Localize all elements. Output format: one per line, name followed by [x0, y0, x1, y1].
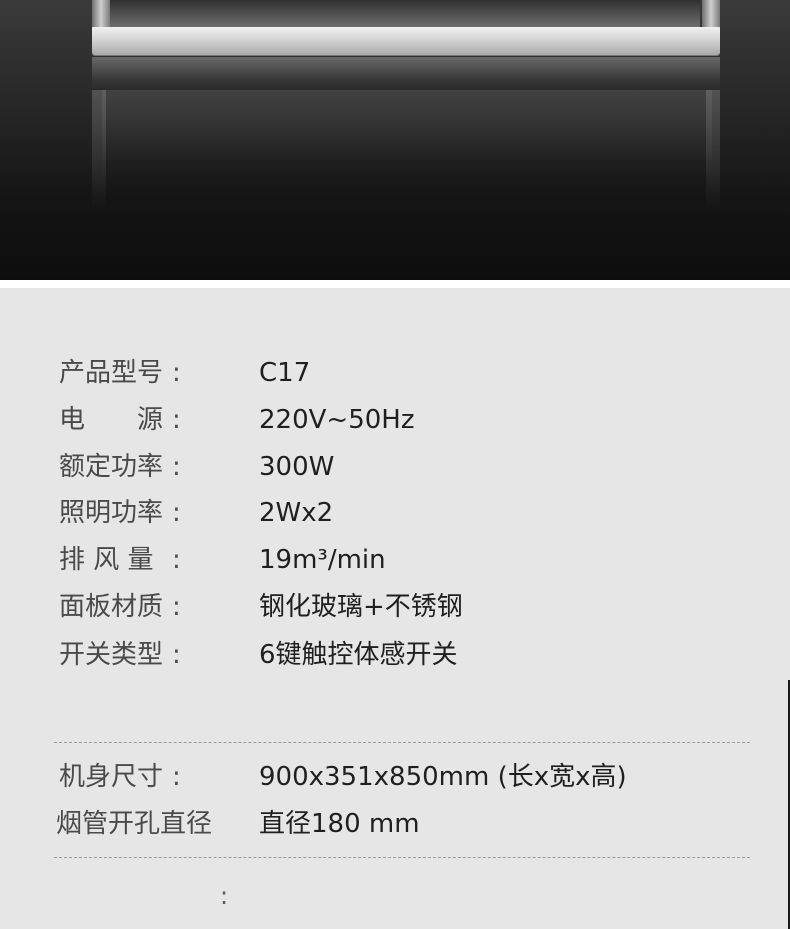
spec-colon: : [172, 762, 181, 792]
spec-label: 额定功率 [59, 452, 164, 482]
spec-label: 排 风 量 [59, 545, 154, 575]
spec-row-lighting-power: 照明功率 : 2Wx2 [0, 493, 790, 533]
spec-value: 2Wx2 [259, 498, 334, 528]
hood-steel-bar [92, 27, 720, 55]
spec-row-power-supply: 电 源 : 220V~50Hz [0, 400, 790, 440]
spec-value: C17 [259, 358, 311, 388]
stray-colon: : [220, 882, 229, 910]
spec-colon: : [172, 405, 181, 435]
section-separator [0, 280, 790, 288]
spec-value: 钢化玻璃+不锈钢 [259, 592, 463, 622]
spec-label: 机身尺寸 [59, 762, 164, 792]
spec-colon: : [172, 498, 181, 528]
spec-value: 900x351x850mm (长x宽x高) [259, 762, 627, 792]
hood-reflection-right [706, 90, 720, 210]
spec-colon: : [172, 358, 181, 388]
spec-label: 照明功率 [59, 498, 164, 528]
spec-row-duct-diameter: 烟管开孔直径 直径180 mm [0, 804, 790, 844]
spec-label: 产品型号 [59, 358, 164, 388]
spec-colon: : [172, 545, 181, 575]
spec-row-panel-material: 面板材质 : 钢化玻璃+不锈钢 [0, 587, 790, 627]
spec-row-body-size: 机身尺寸 : 900x351x850mm (长x宽x高) [0, 757, 790, 797]
spec-row-airflow: 排 风 量 : 19m³/min [0, 540, 790, 580]
spec-row-model: 产品型号 : C17 [0, 353, 790, 393]
spec-value: 19m³/min [259, 545, 386, 575]
dashed-divider [54, 857, 750, 858]
spec-label: 开关类型 [59, 640, 164, 670]
hood-reflection-left [92, 90, 106, 210]
spec-label: 烟管开孔直径 [56, 809, 213, 839]
spec-value: 220V~50Hz [259, 405, 415, 435]
spec-value: 直径180 mm [259, 809, 420, 839]
hood-glass-panel [110, 0, 700, 28]
hood-reflection [92, 57, 720, 91]
spec-colon: : [172, 452, 181, 482]
spec-colon: : [172, 640, 181, 670]
dashed-divider [54, 742, 750, 743]
hood-frame-left [92, 0, 110, 28]
hood-frame-right [702, 0, 720, 28]
hood-glass-reflection [102, 90, 712, 180]
spec-row-rated-power: 额定功率 : 300W [0, 447, 790, 487]
spec-row-switch-type: 开关类型 : 6键触控体感开关 [0, 635, 790, 675]
spec-label: 电 源 [59, 405, 164, 435]
product-photo [0, 0, 790, 280]
spec-label: 面板材质 [59, 592, 164, 622]
spec-value: 6键触控体感开关 [259, 640, 458, 670]
spec-colon: : [172, 592, 181, 622]
spec-value: 300W [259, 452, 335, 482]
